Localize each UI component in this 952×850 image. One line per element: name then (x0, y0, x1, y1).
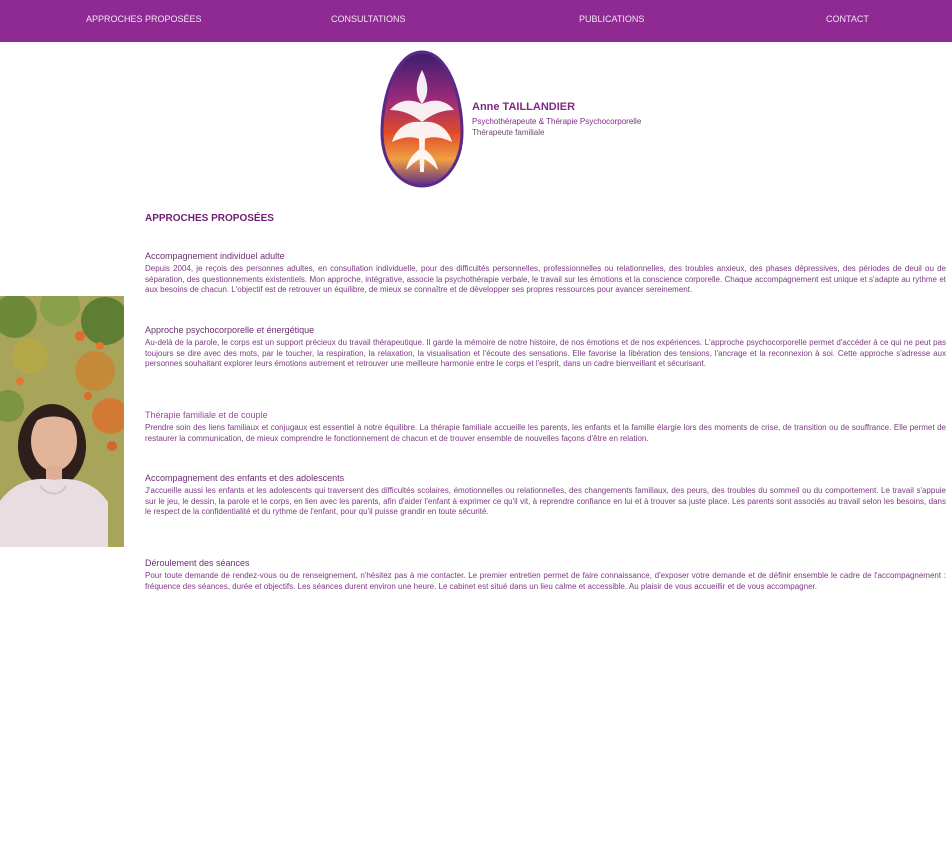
section-adult-individual: Accompagnement individuel adulte Depuis … (145, 251, 946, 296)
top-navigation-bar: APPROCHES PROPOSÉES CONSULTATIONS PUBLIC… (0, 0, 952, 42)
section-body: Depuis 2004, je reçois des personnes adu… (145, 264, 946, 294)
section-title: Déroulement des séances (145, 558, 250, 568)
brand-subtitle-secondary: Thérapeute familiale (472, 128, 545, 137)
brand-name: Anne TAILLANDIER (472, 101, 576, 113)
nav-link-contact[interactable]: CONTACT (826, 14, 869, 24)
section-body: Prendre soin des liens familiaux et conj… (145, 423, 946, 443)
section-body: J'accueille aussi les enfants et les ado… (145, 486, 946, 516)
phoenix-egg-logo-icon[interactable] (380, 48, 464, 190)
section-title: Accompagnement des enfants et des adoles… (145, 473, 345, 483)
section-psychocorporal: Approche psychocorporelle et énergétique… (145, 325, 946, 370)
page-heading: APPROCHES PROPOSÉES (145, 213, 274, 224)
section-body: Au-delà de la parole, le corps est un su… (145, 338, 946, 368)
section-family-therapy: Thérapie familiale et de couple Prendre … (145, 410, 946, 444)
nav-link-approches[interactable]: APPROCHES PROPOSÉES (86, 14, 202, 24)
nav-link-consultations[interactable]: CONSULTATIONS (331, 14, 406, 24)
portrait-photo (0, 296, 124, 547)
section-title: Thérapie familiale et de couple (145, 410, 268, 420)
section-session-info: Déroulement des séances Pour toute deman… (145, 558, 946, 592)
section-children-teens: Accompagnement des enfants et des adoles… (145, 473, 946, 518)
brand-subtitle: Psychothérapeute & Thérapie Psychocorpor… (472, 117, 642, 126)
section-title: Approche psychocorporelle et énergétique (145, 325, 315, 335)
nav-link-publications[interactable]: PUBLICATIONS (579, 14, 644, 24)
section-body: Pour toute demande de rendez-vous ou de … (145, 571, 946, 591)
section-title: Accompagnement individuel adulte (145, 251, 285, 261)
